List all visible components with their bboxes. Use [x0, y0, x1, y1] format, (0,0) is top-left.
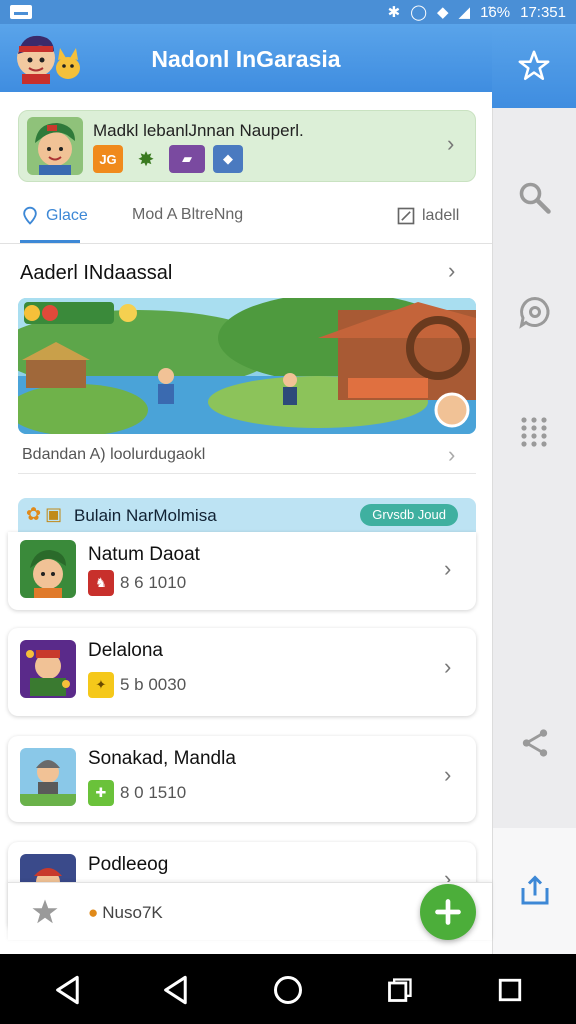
featured-more-button[interactable]: ›	[448, 258, 455, 284]
game-stats: ♞ 8 6 1010	[88, 570, 186, 596]
game-stat: 5 b 0030	[120, 675, 187, 694]
list-item[interactable]: Delalona ✦ 5 b 0030 ›	[8, 628, 476, 716]
apps-grid-button[interactable]	[493, 416, 576, 450]
list-section-header: ✿ ▣ Bulain NarMolmisa Grvsdb Joud	[18, 498, 476, 532]
plus-icon	[435, 899, 461, 925]
chevron-right-icon: ›	[444, 762, 452, 787]
edit-icon	[397, 207, 415, 225]
app-header: Nadonl InGarasia	[0, 24, 492, 92]
overview-button[interactable]	[492, 972, 528, 1008]
list-section-title: Bulain NarMolmisa	[74, 506, 217, 525]
category-icon: ✦	[88, 672, 114, 698]
featured-title: Aaderl INdaassal	[20, 262, 173, 284]
tab-label: Mod A BltreNng	[132, 206, 244, 223]
recents-button[interactable]	[382, 972, 418, 1008]
battery-percent: 1̃6%	[480, 3, 511, 21]
signal-icon: ◢	[458, 3, 471, 21]
section-pill-button[interactable]: Grvsdb Joud	[360, 504, 458, 526]
chat-button[interactable]	[493, 294, 576, 330]
notification-icon	[10, 5, 32, 19]
clock: 17:351	[520, 3, 566, 21]
status-bar: ✱ ◯ ◆ ◢ 1̃6% 17:351	[0, 0, 576, 24]
promo-banner[interactable]: Madkl lebanlJnnan Nauperl. JG ✸ ▰ ◆ ›	[18, 110, 476, 182]
game-stats: ✚ 8 0 1510	[88, 780, 186, 806]
bottom-bar-text: Nuso7K	[102, 903, 163, 922]
search-button[interactable]	[493, 180, 576, 216]
bottom-bar-status: ● Nuso7K	[88, 903, 163, 923]
bluetooth-icon: ✱	[387, 3, 401, 21]
add-button[interactable]	[420, 884, 476, 940]
list-item[interactable]: Sonakad, Mandla ✚ 8 0 1510 ›	[8, 736, 476, 822]
upload-icon	[521, 875, 548, 905]
category-icon: ✚	[88, 780, 114, 806]
star-icon[interactable]	[30, 897, 60, 927]
chevron-right-icon: ›	[447, 131, 455, 156]
game-thumbnail	[20, 540, 76, 598]
game-name: Sonakad, Mandla	[88, 748, 236, 769]
back-button-secondary[interactable]	[158, 972, 194, 1008]
back-button[interactable]	[50, 972, 86, 1008]
game-thumbnail	[20, 748, 76, 806]
promo-character-image	[27, 117, 83, 175]
back-triangle-icon	[56, 975, 79, 1005]
game-icon[interactable]: ✸	[131, 145, 161, 173]
featured-game-banner[interactable]	[18, 298, 476, 434]
share-button[interactable]	[493, 726, 576, 760]
tab-label: ladell	[422, 207, 460, 224]
game-icon[interactable]: JG	[93, 145, 123, 173]
tab-glace[interactable]: Glace	[20, 206, 88, 226]
chat-bubble-icon	[519, 296, 550, 329]
upload-button[interactable]	[492, 828, 576, 954]
recents-icon	[388, 978, 412, 1002]
badge-icon: ▣	[45, 504, 63, 524]
promo-text: Madkl lebanlJnnan Nauperl.	[93, 121, 304, 140]
active-tab-indicator	[20, 240, 80, 243]
wifi-icon: ◆	[436, 3, 449, 21]
category-icon: ♞	[88, 570, 114, 596]
tab-label: Glace	[46, 207, 88, 224]
system-nav-bar	[0, 954, 576, 1024]
tab-mod[interactable]: Mod A BltreNng	[132, 206, 243, 224]
game-thumbnail	[20, 640, 76, 698]
game-name: Podleeog	[88, 854, 169, 875]
coin-icon: ●	[88, 903, 99, 922]
grid-dots-icon	[521, 417, 547, 447]
search-icon	[519, 182, 551, 214]
section-icons: ✿ ▣	[26, 504, 62, 525]
home-circle-icon	[274, 976, 302, 1004]
trophy-icon: ✿	[26, 504, 42, 524]
sync-icon: ◯	[410, 3, 427, 21]
home-button[interactable]	[270, 972, 306, 1008]
location-pin-icon	[23, 206, 37, 225]
square-icon	[498, 978, 522, 1002]
game-stat: 8 0 1510	[120, 783, 187, 802]
game-icon[interactable]: ▰	[169, 145, 205, 173]
chevron-right-icon: ›	[444, 556, 452, 581]
game-name: Delalona	[88, 640, 163, 661]
game-icon[interactable]: ◆	[213, 145, 243, 173]
game-name: Natum Daoat	[88, 544, 200, 565]
side-rail	[492, 108, 576, 828]
list-item[interactable]: Natum Daoat ♞ 8 6 1010 ›	[8, 532, 476, 610]
back-triangle-icon	[164, 975, 187, 1005]
chevron-right-icon: ›	[444, 654, 452, 679]
app-title: Nadonl InGarasia	[151, 46, 341, 72]
game-stat: 8 6 1010	[120, 573, 187, 592]
share-icon	[522, 729, 548, 757]
game-stats: ✦ 5 b 0030	[88, 672, 186, 698]
promo-game-icons: JG ✸ ▰ ◆	[93, 145, 243, 173]
tab-bar: Glace Mod A BltreNng ladell	[0, 192, 492, 244]
star-icon	[518, 50, 550, 81]
chevron-right-icon: ›	[448, 442, 456, 467]
tab-ladell[interactable]: ladell	[396, 206, 459, 226]
banner-caption: Bdandan A) loolurdugaokl	[22, 446, 206, 463]
main-content: Madkl lebanlJnnan Nauperl. JG ✸ ▰ ◆ › Gl…	[0, 92, 492, 954]
favorites-button[interactable]	[492, 24, 576, 108]
